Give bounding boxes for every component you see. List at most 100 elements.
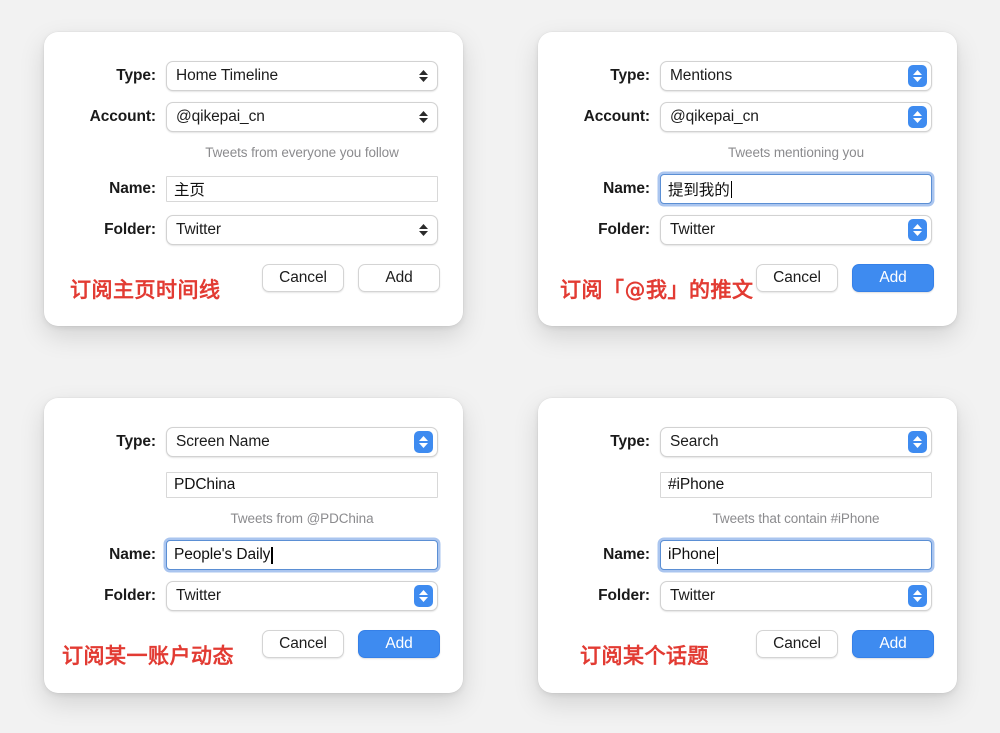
cancel-button[interactable]: Cancel — [262, 630, 344, 658]
cancel-button[interactable]: Cancel — [262, 264, 344, 292]
type-label: Type: — [610, 67, 650, 84]
folder-stepper[interactable] — [908, 219, 927, 241]
folder-label: Folder: — [598, 587, 650, 604]
chevron-up-icon — [913, 70, 922, 75]
type-row: Type: Screen Name — [44, 427, 463, 457]
query-field-wrap: PDChina — [166, 472, 438, 498]
text-cursor — [271, 546, 273, 564]
account-row: Account: @qikepai_cn — [538, 102, 957, 132]
chevron-down-icon — [913, 118, 922, 123]
cancel-button[interactable]: Cancel — [756, 264, 838, 292]
chevron-up-icon — [419, 436, 428, 441]
query-value: PDChina — [174, 476, 236, 493]
name-value: People's Daily — [174, 546, 271, 563]
text-cursor — [716, 546, 719, 564]
type-select[interactable]: Mentions — [660, 61, 932, 91]
chevron-up-icon — [913, 224, 922, 229]
type-field-wrap: Screen Name — [166, 427, 438, 457]
folder-stepper[interactable] — [908, 585, 927, 607]
name-input[interactable]: 主页 — [166, 176, 438, 202]
name-label: Name: — [109, 180, 156, 197]
folder-select[interactable]: Twitter — [166, 215, 438, 245]
type-select[interactable]: Screen Name — [166, 427, 438, 457]
query-input[interactable]: #iPhone — [660, 472, 932, 498]
name-input[interactable]: iPhone — [660, 540, 932, 570]
dialog-grid: Type: Home Timeline Account: @qikepai_cn Twe… — [0, 0, 1000, 733]
folder-row: Folder: Twitter — [44, 215, 463, 245]
hint-text: Tweets from everyone you follow — [205, 145, 399, 160]
account-value: @qikepai_cn — [670, 108, 759, 125]
type-stepper[interactable] — [908, 431, 927, 453]
type-value: Search — [670, 433, 719, 450]
name-value: 主页 — [174, 182, 205, 199]
cancel-button[interactable]: Cancel — [756, 630, 838, 658]
chevron-down-icon — [419, 118, 428, 123]
annotation-search: 订阅某个话题 — [580, 644, 709, 668]
add-button[interactable]: Add — [358, 264, 440, 292]
folder-label: Folder: — [104, 587, 156, 604]
chevron-up-icon — [913, 111, 922, 116]
type-select[interactable]: Search — [660, 427, 932, 457]
folder-field-wrap: Twitter — [166, 215, 438, 245]
account-row: Account: @qikepai_cn — [44, 102, 463, 132]
name-label: Name: — [603, 180, 650, 197]
folder-stepper[interactable] — [414, 585, 433, 607]
folder-field-wrap: Twitter — [660, 215, 932, 245]
type-row: Type: Home Timeline — [44, 61, 463, 91]
name-row: Name: People's Daily — [44, 540, 463, 570]
type-stepper[interactable] — [414, 431, 433, 453]
folder-select[interactable]: Twitter — [166, 581, 438, 611]
add-button[interactable]: Add — [358, 630, 440, 658]
chevron-down-icon — [913, 597, 922, 602]
folder-field-wrap: Twitter — [166, 581, 438, 611]
type-field-wrap: Home Timeline — [166, 61, 438, 91]
name-input[interactable]: 提到我的 — [660, 174, 932, 204]
hint-text: Tweets from @PDChina — [230, 511, 374, 526]
account-value: @qikepai_cn — [176, 108, 265, 125]
account-label: Account: — [583, 108, 650, 125]
dialog-buttons: Cancel Add — [262, 264, 440, 292]
name-input[interactable]: People's Daily — [166, 540, 438, 570]
account-stepper[interactable] — [414, 106, 433, 128]
type-value: Home Timeline — [176, 67, 279, 84]
account-stepper[interactable] — [908, 106, 927, 128]
query-input[interactable]: PDChina — [166, 472, 438, 498]
add-button[interactable]: Add — [852, 264, 934, 292]
type-stepper[interactable] — [414, 65, 433, 87]
chevron-down-icon — [419, 77, 428, 82]
query-field-wrap: #iPhone — [660, 472, 932, 498]
name-row: Name: 主页 — [44, 174, 463, 204]
folder-field-wrap: Twitter — [660, 581, 932, 611]
type-field-wrap: Search — [660, 427, 932, 457]
type-stepper[interactable] — [908, 65, 927, 87]
chevron-down-icon — [913, 231, 922, 236]
chevron-down-icon — [419, 443, 428, 448]
chevron-down-icon — [913, 77, 922, 82]
name-field-wrap: 主页 — [166, 176, 438, 202]
folder-select[interactable]: Twitter — [660, 215, 932, 245]
account-field-wrap: @qikepai_cn — [660, 102, 932, 132]
folder-stepper[interactable] — [414, 219, 433, 241]
dialog-buttons: Cancel Add — [262, 630, 440, 658]
annotation-mentions: 订阅「@我」的推文 — [560, 278, 754, 302]
type-field-wrap: Mentions — [660, 61, 932, 91]
account-field-wrap: @qikepai_cn — [166, 102, 438, 132]
folder-row: Folder: Twitter — [44, 581, 463, 611]
chevron-up-icon — [419, 111, 428, 116]
dialog-buttons: Cancel Add — [756, 264, 934, 292]
add-button[interactable]: Add — [852, 630, 934, 658]
chevron-up-icon — [913, 590, 922, 595]
name-label: Name: — [109, 546, 156, 563]
folder-select[interactable]: Twitter — [660, 581, 932, 611]
hint-text: Tweets mentioning you — [728, 145, 864, 160]
account-label: Account: — [89, 108, 156, 125]
type-select[interactable]: Home Timeline — [166, 61, 438, 91]
name-field-wrap: People's Daily — [166, 540, 438, 570]
account-select[interactable]: @qikepai_cn — [166, 102, 438, 132]
folder-value: Twitter — [176, 587, 221, 604]
query-row: PDChina — [44, 470, 463, 500]
chevron-up-icon — [913, 436, 922, 441]
account-select[interactable]: @qikepai_cn — [660, 102, 932, 132]
name-row: Name: iPhone — [538, 540, 957, 570]
type-row: Type: Mentions — [538, 61, 957, 91]
